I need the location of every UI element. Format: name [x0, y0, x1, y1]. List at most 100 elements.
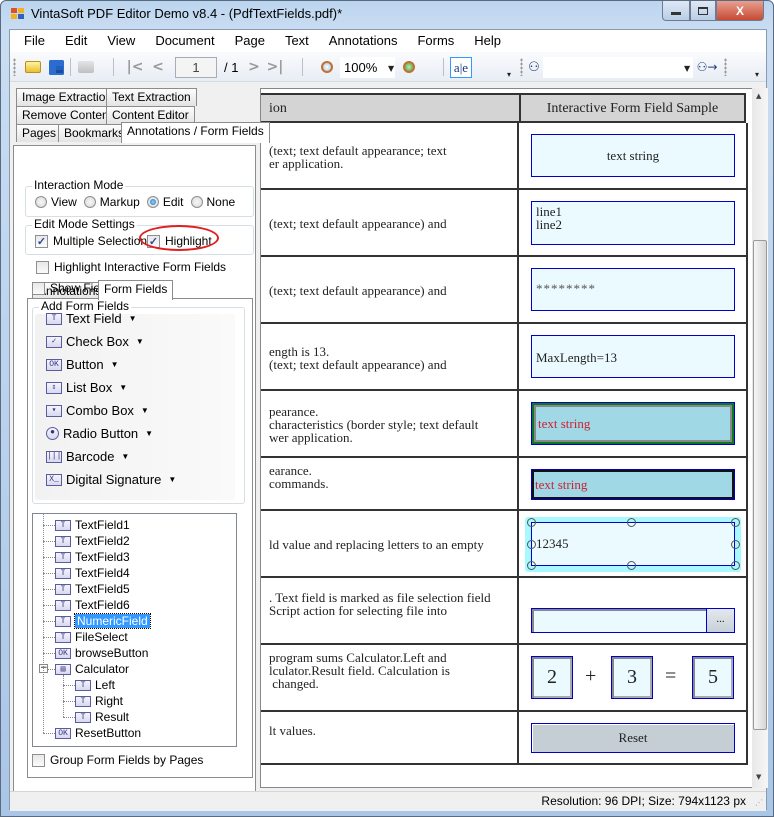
tree-node[interactable]: T TextField6 — [55, 597, 130, 613]
toolbar-grip[interactable] — [520, 58, 523, 76]
scroll-down-icon[interactable]: ▼ — [756, 773, 761, 781]
tree-node[interactable]: T TextField3 — [55, 549, 130, 565]
tab-bookmarks[interactable]: Bookmarks — [58, 124, 131, 142]
highlight-interactive-fields-checkbox[interactable]: Highlight Interactive Form Fields — [36, 260, 226, 274]
page-number-input[interactable]: 1 — [175, 57, 217, 78]
zoom-out-button[interactable] — [318, 57, 336, 77]
save-button[interactable] — [46, 57, 66, 77]
tree-node[interactable]: T Result — [75, 709, 129, 725]
maximize-button[interactable] — [690, 1, 716, 21]
pdf-viewer[interactable]: ion Interactive Form Field Sample (text;… — [260, 88, 766, 788]
dropdown-arrow-icon[interactable]: ▼ — [119, 383, 127, 392]
menu-forms[interactable]: Forms — [407, 30, 464, 52]
tree-node[interactable]: OK ResetButton — [55, 725, 141, 741]
calculator-right-field[interactable]: 3 — [611, 656, 653, 699]
menu-edit[interactable]: Edit — [55, 30, 97, 52]
text-field-4-maxlength[interactable]: MaxLength=13 — [531, 335, 735, 378]
menu-view[interactable]: View — [97, 30, 145, 52]
toolbar-grip[interactable] — [13, 58, 16, 76]
zoom-dropdown-icon[interactable]: ▼ — [388, 64, 394, 73]
calculator-result-field[interactable]: 5 — [692, 656, 734, 699]
tree-node[interactable]: T Right — [75, 693, 123, 709]
add-button-button[interactable]: OK Button ▼ — [46, 357, 119, 372]
text-field-1[interactable]: text string — [531, 134, 735, 177]
add-digital-signature-button[interactable]: X_ Digital Signature ▼ — [46, 472, 176, 487]
print-button[interactable] — [75, 57, 97, 77]
search-input[interactable] — [543, 57, 693, 78]
minimize-button[interactable] — [662, 1, 690, 21]
dropdown-arrow-icon[interactable]: ▼ — [136, 337, 144, 346]
tree-node[interactable]: OK browseButton — [55, 645, 148, 661]
radio-markup[interactable]: Markup — [83, 195, 140, 209]
calculator-left-field[interactable]: 2 — [531, 656, 573, 699]
resize-handle[interactable] — [527, 518, 536, 527]
find-button[interactable]: ⚇ — [525, 57, 543, 77]
dropdown-arrow-icon[interactable]: ▼ — [129, 314, 137, 323]
dropdown-arrow-icon[interactable]: ▼ — [145, 429, 153, 438]
reset-button[interactable]: Reset — [531, 723, 735, 753]
toolbar-grip[interactable] — [724, 58, 727, 76]
tab-remove-content[interactable]: Remove Content — [16, 106, 119, 124]
radio-none[interactable]: None — [190, 195, 235, 209]
tree-node[interactable]: T NumericField — [55, 613, 151, 629]
resize-handle[interactable] — [627, 518, 636, 527]
text-field-5-styled[interactable]: text string — [531, 402, 735, 445]
numeric-field[interactable]: 12345 — [531, 522, 735, 566]
next-page-button[interactable]: > — [246, 57, 262, 77]
tree-node[interactable]: T Left — [75, 677, 115, 693]
tab-image-extraction[interactable]: Image Extraction — [16, 88, 119, 106]
text-field-6-styled[interactable]: text string — [531, 469, 735, 500]
multiple-selection-checkbox[interactable]: ✓ Multiple Selection — [35, 234, 147, 248]
scroll-up-icon[interactable]: ▲ — [756, 92, 761, 100]
tree-node[interactable]: ▤ Calculator — [55, 661, 129, 677]
title-bar[interactable]: VintaSoft PDF Editor Demo v8.4 - (PdfTex… — [1, 1, 773, 29]
tree-node[interactable]: T TextField4 — [55, 565, 130, 581]
tree-node[interactable]: T TextField1 — [55, 517, 130, 533]
subtab-form-fields[interactable]: Form Fields — [98, 280, 174, 300]
resize-grip-icon[interactable]: ⋰ — [755, 798, 763, 807]
tree-node[interactable]: T FileSelect — [55, 629, 128, 645]
close-button[interactable]: X — [716, 1, 764, 21]
open-button[interactable] — [23, 57, 43, 77]
browse-button[interactable]: ... — [706, 608, 735, 633]
menu-help[interactable]: Help — [464, 30, 511, 52]
tree-node[interactable]: T TextField5 — [55, 581, 130, 597]
first-page-button[interactable]: |< — [126, 57, 144, 77]
tab-text-extraction[interactable]: Text Extraction — [106, 88, 197, 106]
text-select-tool-button[interactable]: a|e — [450, 57, 472, 78]
dropdown-arrow-icon[interactable]: ▼ — [168, 475, 176, 484]
radio-edit[interactable]: Edit — [146, 195, 184, 209]
add-text-field-button[interactable]: T Text Field ▼ — [46, 311, 137, 326]
menu-annotations[interactable]: Annotations — [319, 30, 408, 52]
menu-page[interactable]: Page — [225, 30, 275, 52]
menu-document[interactable]: Document — [145, 30, 224, 52]
menu-file[interactable]: File — [14, 30, 55, 52]
dropdown-arrow-icon[interactable]: ▼ — [111, 360, 119, 369]
form-fields-tree[interactable]: T TextField1 T TextField2 T TextField3 T TextFi… — [32, 513, 237, 747]
toolbar-overflow-icon[interactable]: ▾ — [507, 70, 511, 79]
text-field-3-password[interactable]: ******** — [531, 268, 735, 311]
resize-handle[interactable] — [731, 540, 740, 549]
add-list-box-button[interactable]: ⇕ List Box ▼ — [46, 380, 127, 395]
add-combo-box-button[interactable]: ▾ Combo Box ▼ — [46, 403, 149, 418]
add-barcode-button[interactable]: ||| Barcode ▼ — [46, 449, 129, 464]
tab-pages[interactable]: Pages — [16, 124, 63, 142]
search-dropdown-icon[interactable]: ▼ — [684, 64, 690, 73]
dropdown-arrow-icon[interactable]: ▼ — [141, 406, 149, 415]
add-check-box-button[interactable]: ✓ Check Box ▼ — [46, 334, 144, 349]
menu-text[interactable]: Text — [275, 30, 319, 52]
zoom-combo[interactable]: 100% — [340, 57, 395, 78]
tab-annotations-form-fields[interactable]: Annotations / Form Fields — [121, 122, 270, 143]
resize-handle[interactable] — [731, 561, 740, 570]
file-select-field[interactable] — [531, 608, 707, 633]
group-by-pages-checkbox[interactable]: Group Form Fields by Pages — [32, 753, 203, 767]
dropdown-arrow-icon[interactable]: ▼ — [121, 452, 129, 461]
add-radio-button-button[interactable]: ● Radio Button ▼ — [46, 426, 153, 441]
zoom-in-button[interactable] — [400, 57, 418, 77]
resize-handle[interactable] — [731, 518, 740, 527]
resize-handle[interactable] — [627, 561, 636, 570]
vertical-scrollbar[interactable]: ▲ ▼ — [752, 88, 768, 788]
radio-view[interactable]: View — [35, 195, 77, 209]
last-page-button[interactable]: >| — [266, 57, 284, 77]
resize-handle[interactable] — [527, 561, 536, 570]
